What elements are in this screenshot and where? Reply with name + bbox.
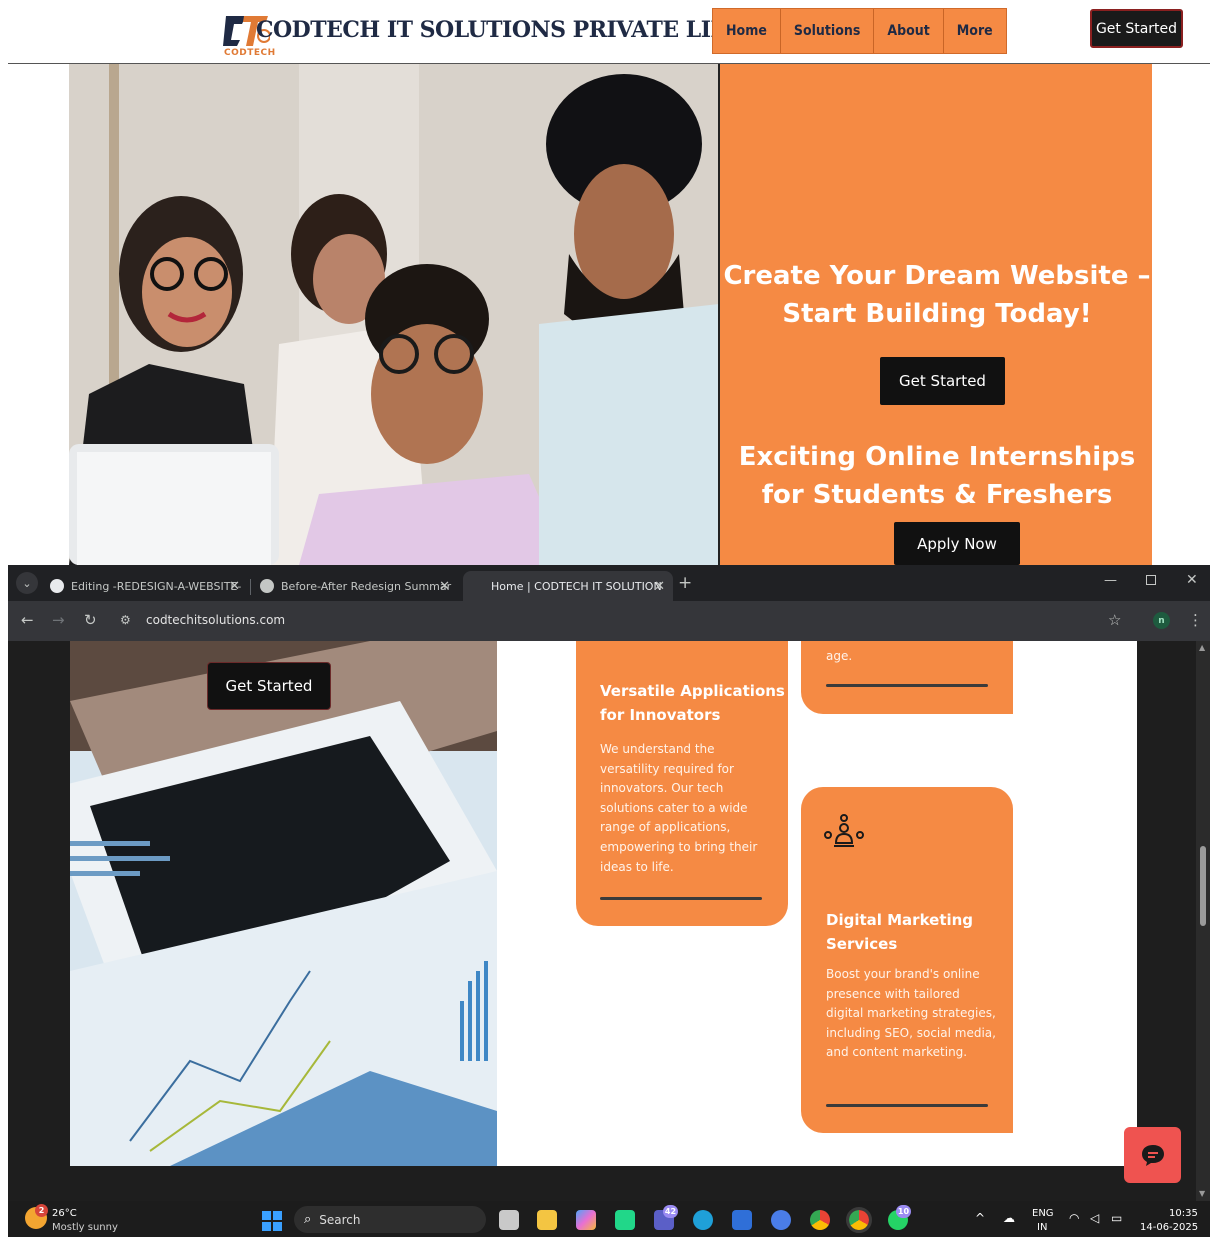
tab-chatgpt[interactable]: Before-After Redesign Summar ✕ xyxy=(258,571,458,601)
nav-home[interactable]: Home xyxy=(713,9,781,53)
service-description: Boost your brand's online presence with … xyxy=(826,967,996,1060)
tab-title: Before-After Redesign Summar xyxy=(281,579,452,593)
service-card-digital-marketing: Digital Marketing Services Boost your br… xyxy=(801,787,1013,1133)
hero-get-started-button[interactable]: Get Started xyxy=(880,357,1005,405)
bookmark-star-icon[interactable]: ☆ xyxy=(1108,611,1121,629)
scrollbar[interactable]: ▲ ▼ xyxy=(1196,641,1210,1201)
close-icon[interactable]: ✕ xyxy=(439,579,450,594)
close-icon[interactable]: ✕ xyxy=(654,579,665,594)
copilot-icon[interactable] xyxy=(576,1210,596,1230)
scroll-thumb[interactable] xyxy=(1200,846,1206,926)
nav-more[interactable]: More xyxy=(944,9,1006,53)
apply-now-button[interactable]: Apply Now xyxy=(894,522,1020,565)
window-close-icon[interactable]: ✕ xyxy=(1186,572,1198,588)
nav-about[interactable]: About xyxy=(874,9,944,53)
browser-window: ⌄ Editing -REDESIGN-A-WEBSITE- ✕ Before-… xyxy=(8,565,1210,1201)
app-icon[interactable] xyxy=(771,1210,791,1230)
volume-icon[interactable]: ◁ xyxy=(1090,1211,1099,1225)
weather-desc: Mostly sunny xyxy=(52,1222,118,1233)
forward-icon[interactable]: → xyxy=(52,611,65,629)
pycharm-icon[interactable] xyxy=(615,1210,635,1230)
new-tab-icon[interactable]: + xyxy=(678,573,692,593)
chat-bubble-icon xyxy=(1141,1145,1164,1166)
windows-taskbar: 2 26°C Mostly sunny ⌕ Search 42 10 ^ ☁ E… xyxy=(8,1201,1210,1237)
chrome-active-icon[interactable] xyxy=(846,1207,872,1233)
tray-chevron-icon[interactable]: ^ xyxy=(975,1211,985,1225)
clock-date[interactable]: 14-06-2025 xyxy=(1140,1222,1198,1233)
tab-title: Home | CODTECH IT SOLUTION xyxy=(491,579,662,593)
teams-badge: 42 xyxy=(663,1205,678,1218)
hero-panel: Create Your Dream Website – Start Buildi… xyxy=(718,64,1152,565)
people-network-icon xyxy=(824,813,864,853)
search-icon: ⌕ xyxy=(304,1212,312,1227)
service-card-top: age. xyxy=(801,641,1013,714)
language-code[interactable]: ENG xyxy=(1032,1208,1054,1219)
service-title: Versatile Applications for Innovators xyxy=(600,682,785,724)
card-divider xyxy=(826,1104,988,1107)
address-bar[interactable]: codtechitsolutions.com xyxy=(146,613,285,627)
main-nav: Home Solutions About More xyxy=(712,8,1007,54)
wifi-icon[interactable]: ◠ xyxy=(1069,1211,1079,1225)
close-icon[interactable]: ✕ xyxy=(229,579,240,594)
analytics-tablet-photo: Get Started xyxy=(70,641,497,1166)
service-description: We understand the versatility required f… xyxy=(600,742,758,874)
header-get-started-button[interactable]: Get Started xyxy=(1090,9,1183,48)
get-started-button[interactable]: Get Started xyxy=(207,662,331,710)
service-title: Digital Marketing Services xyxy=(826,911,974,953)
file-explorer-icon[interactable] xyxy=(537,1210,557,1230)
task-view-icon[interactable] xyxy=(499,1210,519,1230)
service-description-fragment: age. xyxy=(826,649,853,663)
profile-avatar[interactable]: n xyxy=(1153,612,1170,629)
hero-title: Create Your Dream Website – Start Buildi… xyxy=(723,261,1151,329)
site-info-icon[interactable]: ⚙ xyxy=(120,613,131,627)
tab-search-icon[interactable]: ⌄ xyxy=(16,572,38,594)
hero-subtitle: Exciting Online Internships for Students… xyxy=(738,442,1136,510)
clock-time[interactable]: 10:35 xyxy=(1169,1208,1198,1219)
logo-wordmark: CODTECH xyxy=(224,48,276,58)
nav-solutions[interactable]: Solutions xyxy=(781,9,875,53)
chatgpt-icon xyxy=(260,579,274,593)
hero-team-photo xyxy=(69,64,719,565)
tab-title: Editing -REDESIGN-A-WEBSITE- xyxy=(71,579,242,593)
github-icon xyxy=(50,579,64,593)
language-region: IN xyxy=(1037,1222,1048,1233)
restore-icon[interactable] xyxy=(1146,575,1156,585)
tab-codtech[interactable]: Home | CODTECH IT SOLUTION ✕ xyxy=(463,571,673,601)
browser-toolbar: ← → ↻ ⚙ codtechitsolutions.com ☆ n ⋮ xyxy=(8,601,1210,641)
card-divider xyxy=(600,897,762,900)
edge-icon[interactable] xyxy=(693,1210,713,1230)
scroll-down-icon[interactable]: ▼ xyxy=(1199,1189,1205,1198)
battery-icon[interactable]: ▭ xyxy=(1111,1211,1122,1225)
search-label: Search xyxy=(319,1212,361,1227)
store-icon[interactable] xyxy=(732,1210,752,1230)
scroll-up-icon[interactable]: ▲ xyxy=(1199,643,1205,652)
onedrive-icon[interactable]: ☁ xyxy=(1003,1211,1015,1225)
service-card-versatile: Versatile Applications for Innovators We… xyxy=(576,641,788,926)
windows-start-icon[interactable] xyxy=(262,1211,282,1231)
page-viewport: Get Started Versatile Applications for I… xyxy=(8,641,1210,1201)
services-section: Versatile Applications for Innovators We… xyxy=(497,641,1137,1166)
tab-github[interactable]: Editing -REDESIGN-A-WEBSITE- ✕ xyxy=(48,571,248,601)
card-divider xyxy=(826,684,988,687)
reload-icon[interactable]: ↻ xyxy=(84,611,97,629)
chrome-icon[interactable] xyxy=(810,1210,830,1230)
weather-badge: 2 xyxy=(35,1204,48,1217)
back-icon[interactable]: ← xyxy=(21,611,34,629)
minimize-icon[interactable]: — xyxy=(1104,573,1117,588)
weather-temp: 26°C xyxy=(52,1208,77,1219)
whatsapp-badge: 10 xyxy=(896,1205,911,1218)
chat-widget-button[interactable] xyxy=(1124,1127,1181,1183)
tab-separator xyxy=(250,579,251,595)
tab-strip: ⌄ Editing -REDESIGN-A-WEBSITE- ✕ Before-… xyxy=(8,565,1210,601)
taskbar-search[interactable]: ⌕ Search xyxy=(294,1206,486,1233)
menu-kebab-icon[interactable]: ⋮ xyxy=(1188,611,1203,629)
site-header: CODTECH CODTECH IT SOLUTIONS PRIVATE LIM… xyxy=(0,0,1210,64)
